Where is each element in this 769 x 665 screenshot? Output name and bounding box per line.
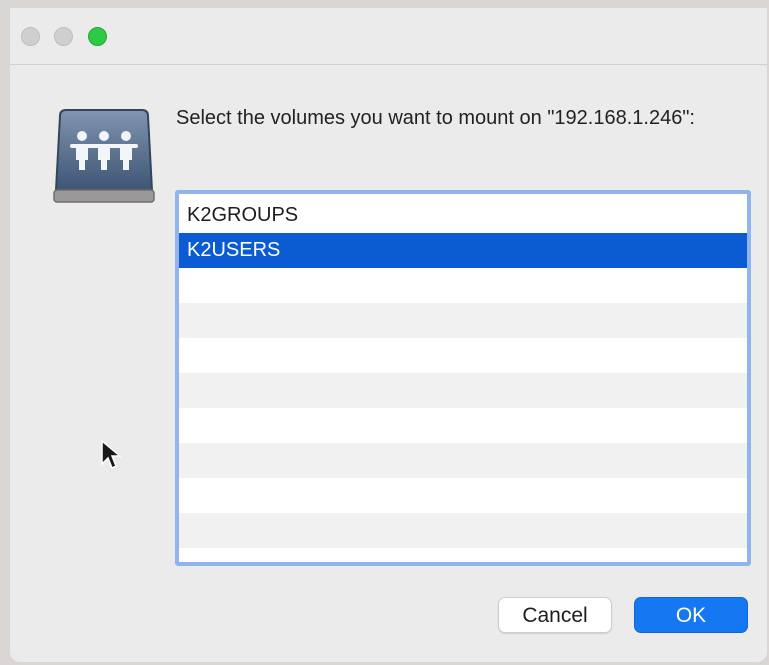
minimize-window-button[interactable] bbox=[54, 27, 73, 46]
mouse-pointer-icon bbox=[101, 439, 122, 470]
cancel-button[interactable]: Cancel bbox=[498, 597, 612, 633]
empty-list-row bbox=[179, 338, 747, 373]
empty-list-row bbox=[179, 303, 747, 338]
dialog-prompt: Select the volumes you want to mount on … bbox=[176, 107, 695, 129]
volume-list-item[interactable]: K2USERS bbox=[179, 233, 747, 268]
empty-list-row bbox=[179, 443, 747, 478]
empty-list-row bbox=[179, 513, 747, 548]
empty-list-row bbox=[179, 268, 747, 303]
shared-server-icon bbox=[53, 109, 155, 203]
volume-list-rows: K2GROUPS K2USERS bbox=[179, 198, 747, 562]
empty-list-row bbox=[179, 373, 747, 408]
empty-list-row bbox=[179, 478, 747, 513]
title-bar bbox=[10, 8, 767, 65]
ok-button[interactable]: OK bbox=[634, 597, 748, 633]
empty-list-row bbox=[179, 408, 747, 443]
zoom-window-button[interactable] bbox=[88, 27, 107, 46]
volume-list[interactable]: K2GROUPS K2USERS bbox=[175, 190, 751, 566]
close-window-button[interactable] bbox=[21, 27, 40, 46]
volume-list-item[interactable]: K2GROUPS bbox=[179, 198, 747, 233]
